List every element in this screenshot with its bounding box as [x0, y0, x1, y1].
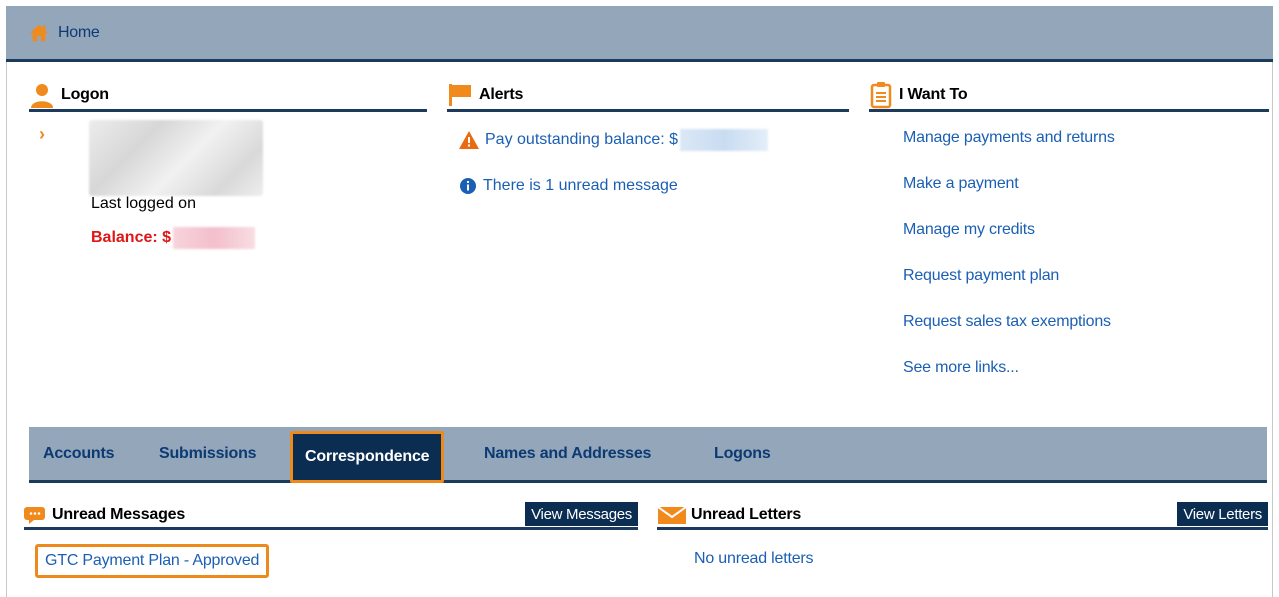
redacted-username: [89, 120, 263, 196]
alert-pay-balance[interactable]: Pay outstanding balance: $: [459, 129, 849, 151]
link-make-payment[interactable]: Make a payment: [903, 175, 1269, 197]
main-panel: Logon › Last logged on Balance: $ Alerts: [6, 62, 1273, 597]
unread-messages-title: Unread Messages: [52, 505, 186, 523]
balance-label: Balance: $: [91, 227, 256, 249]
link-manage-payments[interactable]: Manage payments and returns: [903, 129, 1269, 151]
alert-pay-balance-text[interactable]: Pay outstanding balance: $: [485, 131, 678, 149]
home-link[interactable]: Home: [58, 24, 100, 42]
info-icon: [460, 178, 476, 194]
tab-accounts[interactable]: Accounts: [43, 445, 115, 463]
alerts-header: Alerts: [447, 80, 849, 112]
tab-correspondence[interactable]: Correspondence: [290, 431, 445, 483]
message-item[interactable]: GTC Payment Plan - Approved: [35, 544, 270, 578]
tab-names-addresses[interactable]: Names and Addresses: [484, 445, 651, 463]
chat-bubble-icon: [24, 506, 45, 524]
view-letters-button[interactable]: View Letters: [1177, 502, 1268, 526]
top-bar: Home: [6, 6, 1273, 62]
unread-letters-title: Unread Letters: [691, 505, 802, 523]
logon-section: Logon › Last logged on Balance: $: [29, 80, 427, 272]
tab-logons[interactable]: Logons: [714, 445, 771, 463]
i-want-to-title: I Want To: [899, 85, 968, 103]
view-messages-button[interactable]: View Messages: [525, 502, 638, 526]
alerts-title: Alerts: [479, 85, 524, 103]
home-icon[interactable]: [28, 22, 50, 44]
warning-icon: [459, 131, 479, 149]
unread-messages-header: Unread Messages View Messages: [24, 502, 638, 530]
unread-messages-section: Unread Messages View Messages GTC Paymen…: [24, 502, 638, 578]
link-see-more[interactable]: See more links...: [903, 359, 1269, 381]
i-want-to-header: I Want To: [869, 80, 1269, 112]
unread-letters-header: Unread Letters View Letters: [657, 502, 1268, 530]
i-want-to-section: I Want To Manage payments and returns Ma…: [869, 80, 1269, 381]
logon-title: Logon: [61, 85, 109, 103]
redacted-balance: [173, 227, 256, 249]
flag-icon: [449, 83, 471, 106]
unread-letters-section: Unread Letters View Letters No unread le…: [657, 502, 1268, 567]
link-request-tax-exemptions[interactable]: Request sales tax exemptions: [903, 313, 1269, 335]
link-manage-credits[interactable]: Manage my credits: [903, 221, 1269, 243]
no-letters-text: No unread letters: [694, 550, 814, 567]
tab-bar: Accounts Submissions Correspondence Name…: [29, 427, 1267, 483]
logon-header: Logon: [29, 80, 427, 112]
tab-submissions[interactable]: Submissions: [159, 445, 257, 463]
last-logged-label: Last logged on: [91, 195, 196, 212]
redacted-amount: [680, 129, 769, 151]
link-request-payment-plan[interactable]: Request payment plan: [903, 267, 1269, 289]
balance-text: Balance: $: [91, 229, 172, 246]
user-icon: [31, 83, 53, 108]
envelope-icon: [657, 505, 687, 524]
chevron-right-icon[interactable]: ›: [39, 124, 45, 145]
clipboard-icon: [870, 81, 892, 108]
alert-unread-message[interactable]: There is 1 unread message: [459, 175, 849, 197]
alert-unread-message-text[interactable]: There is 1 unread message: [483, 177, 678, 195]
alerts-section: Alerts Pay outstanding balance: $ There …: [447, 80, 849, 197]
